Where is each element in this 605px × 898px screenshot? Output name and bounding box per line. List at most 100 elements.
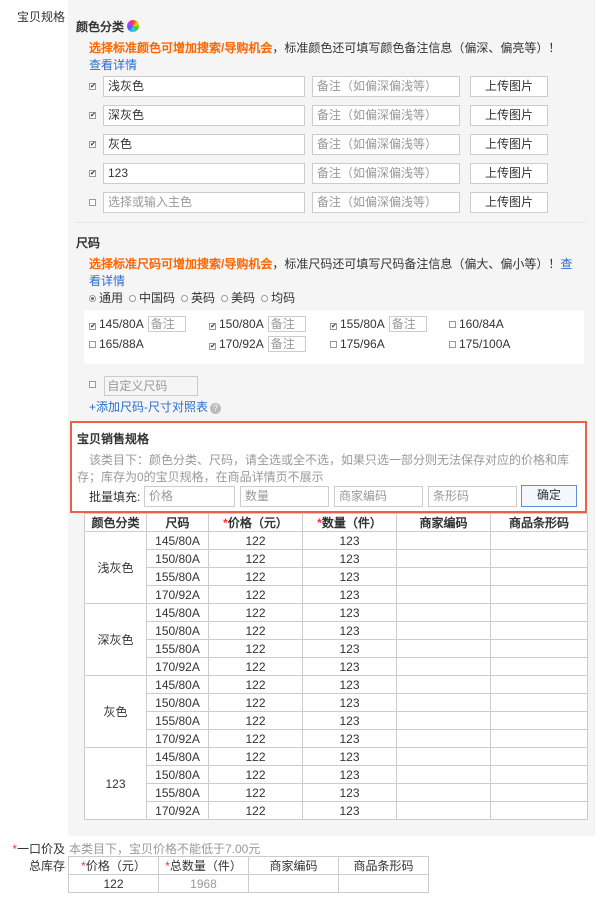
- size-type-option[interactable]: 均码: [261, 291, 295, 305]
- sku-qty-input[interactable]: 123: [302, 783, 397, 802]
- size-type-option[interactable]: 中国码: [129, 291, 175, 305]
- color-note-input[interactable]: 备注（如偏深偏浅等）: [312, 134, 460, 155]
- sku-price-input[interactable]: 122: [208, 549, 303, 568]
- size-note-input[interactable]: 备注: [267, 336, 306, 352]
- sku-code-input[interactable]: [396, 639, 491, 658]
- sku-qty-input[interactable]: 123: [302, 549, 397, 568]
- sku-barcode-input[interactable]: [490, 567, 588, 586]
- sku-qty-input[interactable]: 123: [302, 693, 397, 712]
- size-type-option[interactable]: 美码: [221, 291, 255, 305]
- color-note-input[interactable]: 备注（如偏深偏浅等）: [312, 163, 460, 184]
- radio-icon[interactable]: [129, 295, 137, 302]
- sku-qty-input[interactable]: 123: [302, 801, 397, 820]
- sku-qty-input[interactable]: 123: [302, 567, 397, 586]
- color-name-input[interactable]: 灰色: [103, 134, 305, 155]
- batch-price-input[interactable]: 价格: [144, 486, 235, 507]
- summary-code[interactable]: [248, 874, 339, 893]
- batch-code-input[interactable]: 商家编码: [334, 486, 423, 507]
- sku-barcode-input[interactable]: [490, 747, 588, 766]
- summary-barcode[interactable]: [338, 874, 429, 893]
- sku-barcode-input[interactable]: [490, 549, 588, 568]
- sku-price-input[interactable]: 122: [208, 567, 303, 586]
- color-note-input[interactable]: 备注（如偏深偏浅等）: [312, 105, 460, 126]
- sku-price-input[interactable]: 122: [208, 729, 303, 748]
- sku-code-input[interactable]: [396, 603, 491, 622]
- batch-confirm-button[interactable]: 确定: [521, 485, 577, 507]
- size-checkbox[interactable]: [449, 321, 456, 328]
- radio-icon[interactable]: [181, 295, 189, 302]
- size-option[interactable]: 155/80A备注: [330, 316, 427, 332]
- size-note-input[interactable]: 备注: [147, 316, 186, 332]
- sku-price-input[interactable]: 122: [208, 765, 303, 784]
- sku-barcode-input[interactable]: [490, 675, 588, 694]
- sku-qty-input[interactable]: 123: [302, 675, 397, 694]
- sku-barcode-input[interactable]: [490, 693, 588, 712]
- sku-price-input[interactable]: 122: [208, 603, 303, 622]
- sku-price-input[interactable]: 122: [208, 531, 303, 550]
- upload-image-button[interactable]: 上传图片: [470, 134, 548, 155]
- size-note-input[interactable]: 备注: [388, 316, 427, 332]
- color-note-input[interactable]: 备注（如偏深偏浅等）: [312, 192, 460, 213]
- size-option[interactable]: 175/100A: [449, 336, 510, 352]
- color-detail-link[interactable]: 查看详情: [89, 58, 137, 72]
- sku-barcode-input[interactable]: [490, 603, 588, 622]
- radio-icon[interactable]: [261, 295, 269, 302]
- size-option[interactable]: 160/84A: [449, 316, 504, 332]
- help-icon[interactable]: ?: [210, 403, 222, 414]
- batch-qty-input[interactable]: 数量: [240, 486, 329, 507]
- color-checkbox[interactable]: [89, 112, 96, 119]
- sku-code-input[interactable]: [396, 801, 491, 820]
- sku-qty-input[interactable]: 123: [302, 585, 397, 604]
- sku-code-input[interactable]: [396, 657, 491, 676]
- sku-qty-input[interactable]: 123: [302, 603, 397, 622]
- sku-code-input[interactable]: [396, 675, 491, 694]
- size-checkbox[interactable]: [330, 323, 337, 330]
- sku-price-input[interactable]: 122: [208, 657, 303, 676]
- upload-image-button[interactable]: 上传图片: [470, 192, 548, 213]
- sku-code-input[interactable]: [396, 747, 491, 766]
- summary-price[interactable]: 122: [68, 874, 159, 893]
- upload-image-button[interactable]: 上传图片: [470, 105, 548, 126]
- size-option[interactable]: 175/96A: [330, 336, 385, 352]
- size-type-option[interactable]: 英码: [181, 291, 215, 305]
- sku-code-input[interactable]: [396, 783, 491, 802]
- sku-price-input[interactable]: 122: [208, 621, 303, 640]
- sku-code-input[interactable]: [396, 567, 491, 586]
- size-note-input[interactable]: 备注: [267, 316, 306, 332]
- size-detail-link-cont[interactable]: 看详情: [89, 274, 125, 288]
- color-name-input[interactable]: 浅灰色: [103, 76, 305, 97]
- size-option[interactable]: 170/92A备注: [209, 336, 306, 352]
- size-option[interactable]: 165/88A: [89, 336, 144, 352]
- sku-barcode-input[interactable]: [490, 639, 588, 658]
- sku-qty-input[interactable]: 123: [302, 747, 397, 766]
- sku-price-input[interactable]: 122: [208, 639, 303, 658]
- sku-code-input[interactable]: [396, 693, 491, 712]
- add-size-chart-link[interactable]: +添加尺码-尺寸对照表: [89, 400, 208, 414]
- size-checkbox[interactable]: [209, 323, 216, 330]
- sku-barcode-input[interactable]: [490, 621, 588, 640]
- color-name-input[interactable]: 123: [103, 163, 305, 184]
- size-type-option[interactable]: 通用: [89, 291, 123, 305]
- size-checkbox[interactable]: [209, 343, 216, 350]
- sku-qty-input[interactable]: 123: [302, 639, 397, 658]
- size-detail-link[interactable]: 查: [560, 257, 572, 271]
- size-checkbox[interactable]: [330, 341, 337, 348]
- sku-code-input[interactable]: [396, 531, 491, 550]
- sku-code-input[interactable]: [396, 585, 491, 604]
- sku-price-input[interactable]: 122: [208, 585, 303, 604]
- color-checkbox[interactable]: [89, 170, 96, 177]
- sku-barcode-input[interactable]: [490, 729, 588, 748]
- radio-icon[interactable]: [89, 295, 96, 302]
- color-checkbox[interactable]: [89, 199, 96, 206]
- color-name-input[interactable]: 深灰色: [103, 105, 305, 126]
- sku-barcode-input[interactable]: [490, 585, 588, 604]
- sku-price-input[interactable]: 122: [208, 747, 303, 766]
- size-option[interactable]: 145/80A备注: [89, 316, 186, 332]
- sku-barcode-input[interactable]: [490, 531, 588, 550]
- custom-size-checkbox[interactable]: [89, 381, 96, 388]
- sku-qty-input[interactable]: 123: [302, 621, 397, 640]
- sku-code-input[interactable]: [396, 765, 491, 784]
- size-checkbox[interactable]: [89, 341, 96, 348]
- sku-qty-input[interactable]: 123: [302, 711, 397, 730]
- batch-barcode-input[interactable]: 条形码: [428, 486, 517, 507]
